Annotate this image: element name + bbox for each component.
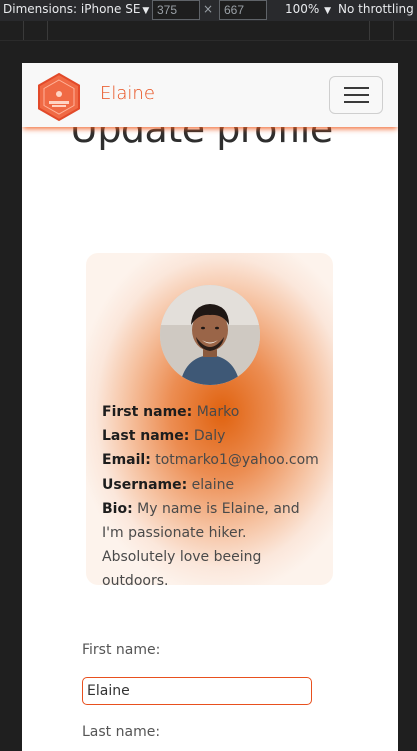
height-input[interactable] [219, 0, 267, 20]
first-name-field-label: First name: [82, 642, 161, 658]
media-query-bar [0, 21, 417, 41]
hamburger-menu-icon [344, 101, 369, 103]
first-name-field[interactable] [82, 677, 312, 705]
dimensions-select[interactable]: Dimensions: iPhone SE ▼ [3, 2, 149, 16]
bio-label: Bio: [102, 500, 133, 517]
first-name-value: Marko [196, 404, 240, 420]
devtools-toolbar: Dimensions: iPhone SE▼ × 100% ▼ No throt… [0, 0, 417, 21]
throttling-select[interactable]: No throttling ▼ [338, 2, 417, 16]
first-name-row: First name: Marko [102, 400, 324, 424]
username-value: elaine [191, 476, 235, 493]
username-row: Username: elaine [102, 473, 324, 497]
device-viewport: Update profile Elaine First name: Marko … [22, 63, 398, 751]
hamburger-menu-icon [344, 94, 369, 96]
menu-toggle-button[interactable] [329, 76, 383, 114]
zoom-select[interactable]: 100% ▼ [285, 2, 331, 16]
profile-info: First name: Marko Last name: Daly Email:… [102, 400, 324, 594]
throttling-label: No throttling [338, 2, 414, 16]
first-name-label: First name: [102, 404, 193, 420]
dimensions-label: Dimensions: iPhone SE [3, 2, 141, 16]
navbar: Elaine [22, 63, 398, 127]
brand-name[interactable]: Elaine [100, 83, 155, 104]
times-symbol: × [203, 2, 214, 16]
hamburger-menu-icon [344, 87, 369, 89]
width-input[interactable] [152, 0, 200, 20]
email-row: Email: totmarko1@yahoo.com [102, 448, 324, 472]
last-name-label: Last name: [102, 428, 190, 445]
bio-row: Bio: My name is Elaine, and I'm passiona… [102, 497, 324, 594]
email-value: totmarko1@yahoo.com [155, 452, 319, 469]
last-name-row: Last name: Daly [102, 424, 324, 448]
hexagon-logo-icon[interactable] [34, 72, 84, 122]
email-label: Email: [102, 452, 151, 469]
profile-card: First name: Marko Last name: Daly Email:… [86, 253, 333, 589]
caret-down-icon: ▼ [321, 6, 332, 16]
last-name-value: Daly [193, 428, 226, 445]
caret-down-icon: ▼ [142, 6, 150, 16]
zoom-label: 100% [285, 2, 320, 16]
avatar [160, 285, 260, 385]
last-name-field-label: Last name: [82, 724, 161, 740]
username-label: Username: [102, 476, 188, 493]
